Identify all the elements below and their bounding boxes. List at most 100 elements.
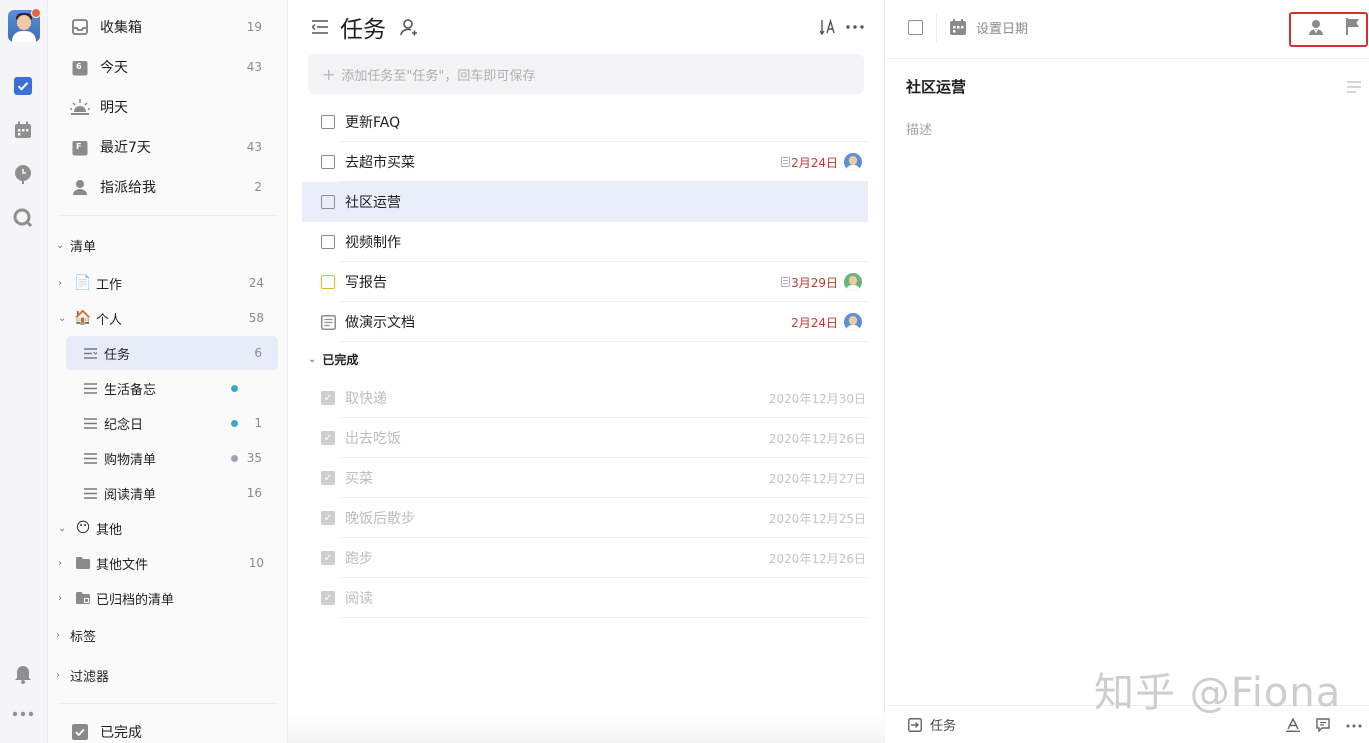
checked-checkbox[interactable]: ✓ <box>321 391 335 405</box>
highlight-box <box>1289 12 1368 47</box>
task-row[interactable]: 做演示文档 2月24日 <box>302 302 868 342</box>
sidebar-item-label: 指派给我 <box>100 180 156 196</box>
description-field[interactable]: 描述 <box>906 119 932 138</box>
calendar-icon[interactable] <box>12 119 34 141</box>
list-shopping[interactable]: 购物清单 35 <box>66 441 278 475</box>
list-count: 35 <box>246 451 262 465</box>
folder-label: 其他 <box>96 522 123 538</box>
set-date-button[interactable]: 设置日期 <box>976 18 1028 37</box>
detail-checkbox[interactable] <box>908 20 923 35</box>
share-user-icon[interactable] <box>400 18 418 36</box>
task-list-panel: 任务 + 添加任务至"任务"，回车即可保存 更新FAQ 去超市买菜 2月24日 … <box>288 0 885 743</box>
completed-task-row[interactable]: ✓ 买菜 2020年12月27日 <box>302 458 868 498</box>
search-icon[interactable] <box>12 207 34 229</box>
tasks-icon[interactable] <box>12 75 34 97</box>
task-row-selected[interactable]: 社区运营 <box>302 182 868 222</box>
due-date: 2月24日 <box>791 315 838 330</box>
more-icon[interactable] <box>1346 724 1362 728</box>
chevron-right-icon: › <box>56 629 60 641</box>
pomodoro-icon[interactable] <box>12 163 34 185</box>
list-count: 16 <box>246 486 262 500</box>
list-icon <box>84 417 98 429</box>
note-task-icon[interactable] <box>321 315 336 330</box>
sidebar-item-count: 19 <box>246 20 262 34</box>
folder-icon <box>74 554 92 572</box>
list-life-memo[interactable]: 生活备忘 <box>66 371 278 405</box>
folder-other-files[interactable]: › 其他文件 10 <box>50 546 280 580</box>
checked-checkbox[interactable]: ✓ <box>321 431 335 445</box>
completed-task-row[interactable]: ✓ 取快递 2020年12月30日 <box>302 378 868 418</box>
move-list-icon[interactable] <box>908 717 922 732</box>
list-label: 购物清单 <box>104 452 157 468</box>
task-checkbox[interactable] <box>321 155 335 169</box>
comment-icon[interactable] <box>1316 718 1330 732</box>
folder-label: 个人 <box>96 312 123 328</box>
list-count: 1 <box>254 416 262 430</box>
completed-date: 2020年12月27日 <box>768 471 866 486</box>
task-row[interactable]: 视频制作 <box>302 222 868 262</box>
completed-date: 2020年12月30日 <box>768 391 866 406</box>
checked-checkbox[interactable]: ✓ <box>321 591 335 605</box>
sidebar-item-label: 收集箱 <box>100 20 142 36</box>
folder-label: 工作 <box>96 277 123 293</box>
task-checkbox[interactable] <box>321 275 335 289</box>
folder-personal[interactable]: ⌄ 🏠 个人 58 <box>50 301 280 335</box>
task-row[interactable]: 去超市买菜 2月24日 <box>302 142 868 182</box>
calendar-icon[interactable] <box>950 19 966 35</box>
task-row[interactable]: 更新FAQ <box>302 102 868 142</box>
sidebar-item-count: 2 <box>254 180 262 194</box>
tags-section-header[interactable]: › 标签 <box>48 620 278 650</box>
sidebar-item-label: 已完成 <box>100 725 142 741</box>
chevron-down-icon: ⌄ <box>58 522 67 534</box>
bell-icon[interactable] <box>12 663 34 685</box>
list-anniversary[interactable]: 纪念日 1 <box>66 406 278 440</box>
detail-toolbar: 设置日期 <box>886 0 1369 59</box>
task-title: 视频制作 <box>345 235 401 251</box>
sidebar-item-today[interactable]: 6 今天 43 <box>58 49 278 85</box>
font-format-icon[interactable] <box>1286 718 1300 732</box>
folder-other[interactable]: ⌄ 😶 其他 <box>50 511 280 545</box>
task-row[interactable]: 写报告 3月29日 <box>302 262 868 302</box>
assignee-avatar <box>844 153 862 171</box>
sidebar-item-completed[interactable]: 已完成 <box>58 714 278 743</box>
list-reading[interactable]: 阅读清单 16 <box>66 476 278 510</box>
task-checkbox[interactable] <box>321 115 335 129</box>
folder-archived[interactable]: › 已归档的清单 <box>50 581 280 615</box>
completed-task-row[interactable]: ✓ 跑步 2020年12月26日 <box>302 538 868 578</box>
task-checkbox[interactable] <box>321 195 335 209</box>
completed-group-header[interactable]: ⌄ 已完成 <box>308 348 358 370</box>
color-dot <box>231 384 238 392</box>
list-label: 生活备忘 <box>104 382 157 398</box>
add-task-input[interactable]: + 添加任务至"任务"，回车即可保存 <box>308 54 864 94</box>
completed-task-row[interactable]: ✓ 阅读 <box>302 578 868 618</box>
lists-section-header[interactable]: ⌄ 清单 <box>48 230 278 260</box>
sidebar-item-tomorrow[interactable]: 明天 <box>58 89 278 125</box>
list-icon <box>84 382 98 394</box>
list-footer <box>288 713 885 743</box>
checked-checkbox[interactable]: ✓ <box>321 471 335 485</box>
chevron-down-icon: ⌄ <box>58 312 67 324</box>
completed-task-row[interactable]: ✓ 晚饭后散步 2020年12月25日 <box>302 498 868 538</box>
completed-task-row[interactable]: ✓ 出去吃饭 2020年12月26日 <box>302 418 868 458</box>
folder-label: 其他文件 <box>96 557 149 573</box>
more-options-icon[interactable] <box>846 25 864 29</box>
color-dot <box>231 419 238 427</box>
filters-section-header[interactable]: › 过滤器 <box>48 660 278 690</box>
sidebar-item-inbox[interactable]: 收集箱 19 <box>58 9 278 45</box>
more-icon[interactable] <box>12 703 34 725</box>
calendar-today-icon: 6 <box>70 57 90 77</box>
sidebar-toggle-icon[interactable] <box>312 20 328 34</box>
list-tasks[interactable]: 任务 6 <box>66 336 278 370</box>
current-list-label[interactable]: 任务 <box>930 715 956 734</box>
sort-icon[interactable] <box>820 19 836 35</box>
checked-checkbox[interactable]: ✓ <box>321 551 335 565</box>
checked-checkbox[interactable]: ✓ <box>321 511 335 525</box>
sidebar-item-next7days[interactable]: F 最近7天 43 <box>58 129 278 165</box>
task-checkbox[interactable] <box>321 235 335 249</box>
detail-title[interactable]: 社区运营 <box>906 76 966 97</box>
text-format-icon[interactable] <box>1347 81 1361 93</box>
folder-work[interactable]: › 📄 工作 24 <box>50 266 280 300</box>
color-dot <box>231 454 238 462</box>
sidebar-item-assigned[interactable]: 指派给我 2 <box>58 169 278 205</box>
sidebar-item-count: 43 <box>246 60 262 74</box>
